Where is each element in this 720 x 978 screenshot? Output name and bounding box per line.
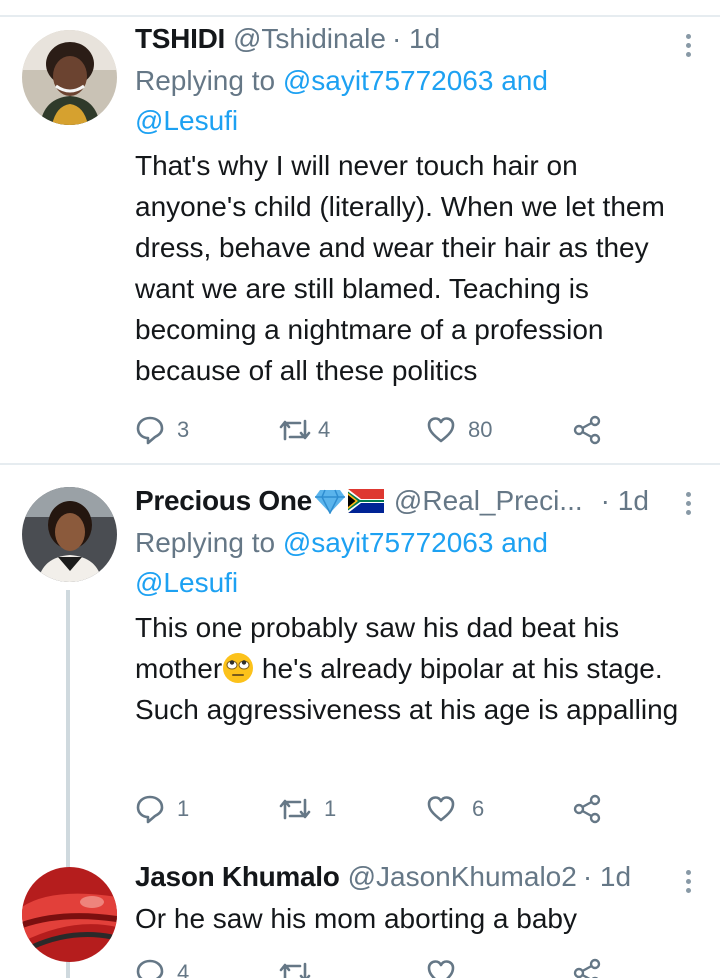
mention-link[interactable]: @Lesufi [135,105,238,136]
speech-bubble-icon [136,416,164,445]
retweet-button[interactable] [278,956,312,978]
avatar[interactable] [22,30,117,125]
timestamp[interactable]: · 1d [392,20,440,58]
replying-prefix: Replying to [135,65,283,96]
share-icon [573,958,601,978]
heart-icon [427,417,455,443]
retweet-button[interactable]: 1 [278,792,336,826]
like-count: 6 [472,796,485,821]
display-name[interactable]: Precious One [135,482,312,520]
replying-prefix: Replying to [135,527,283,558]
timestamp[interactable]: · 1d [583,858,631,896]
user-handle[interactable]: @JasonKhumalo2 [348,858,577,896]
eye-roll-emoji-icon [223,653,254,683]
retweet-count: 1 [324,796,337,821]
tweet-header: Precious One @Real_Preci... · 1d [135,482,690,520]
like-button[interactable]: 80 [426,413,492,447]
top-divider [0,15,720,17]
replying-and[interactable]: and [493,65,548,96]
like-button[interactable] [426,956,456,978]
retweet-icon [279,798,311,820]
more-options-icon[interactable] [686,870,692,897]
replying-and[interactable]: and [493,527,548,558]
replying-to: Replying to @sayit75772063 and @Lesufi [135,61,690,141]
mention-link[interactable]: @sayit75772063 [283,65,494,96]
retweet-button[interactable]: 4 [278,413,330,447]
thread-line [66,966,70,978]
display-name[interactable]: TSHIDI [135,20,225,58]
share-button[interactable] [572,956,602,978]
like-count: 80 [468,417,493,442]
tweet-header: Jason Khumalo @JasonKhumalo2 · 1d [135,858,690,896]
share-button[interactable] [572,792,602,826]
reply-button[interactable]: 4 [135,956,189,978]
retweet-icon [279,419,311,441]
reply-button[interactable]: 3 [135,413,189,447]
avatar[interactable] [22,487,117,582]
speech-bubble-icon [136,795,164,824]
replying-to: Replying to @sayit75772063 and @Lesufi [135,523,690,603]
tweet-header: TSHIDI @Tshidinale · 1d [135,20,690,58]
avatar[interactable] [22,867,117,962]
more-options-icon[interactable] [686,492,692,519]
timestamp[interactable]: · 1d [601,482,649,520]
more-options-icon[interactable] [686,34,692,61]
retweet-count: 4 [318,417,331,442]
tweet-text: This one probably saw his dad beat his m… [135,607,690,730]
tweet-actions: 3 4 80 [135,413,615,447]
tweet-text: Or he saw his mom aborting a baby [135,903,577,934]
mention-link[interactable]: @sayit75772063 [283,527,494,558]
display-name[interactable]: Jason Khumalo [135,858,340,896]
like-button[interactable]: 6 [426,792,484,826]
speech-bubble-icon [136,959,164,978]
tweet-actions: 1 1 6 [135,792,615,826]
share-icon [573,794,601,824]
tweet-actions: 4 [135,956,615,978]
heart-icon [427,796,455,822]
mention-link[interactable]: @Lesufi [135,567,238,598]
retweet-icon [279,962,311,978]
share-button[interactable] [572,413,602,447]
user-handle[interactable]: @Tshidinale [233,20,386,58]
tweet-divider [0,463,720,465]
reply-count: 1 [177,796,190,821]
user-handle[interactable]: @Real_Preci... [394,482,583,520]
share-icon [573,415,601,445]
tweet-text: That's why I will never touch hair on an… [135,150,665,386]
reply-count: 4 [177,960,190,978]
reply-button[interactable]: 1 [135,792,189,826]
heart-icon [427,960,455,978]
diamond-emoji-icon [314,489,345,514]
reply-count: 3 [177,417,190,442]
south-africa-flag-icon [347,489,384,513]
